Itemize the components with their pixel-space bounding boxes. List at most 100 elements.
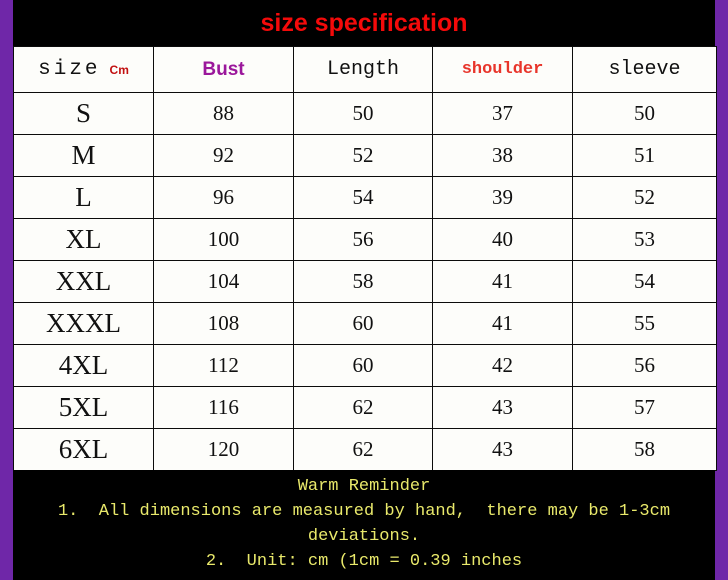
table-row: 6XL 120 62 43 58 xyxy=(13,428,717,471)
cell-size: 5XL xyxy=(13,386,154,429)
cell-sleeve: 50 xyxy=(572,92,717,135)
cell-shoulder: 41 xyxy=(432,302,573,345)
bust-value: 92 xyxy=(213,142,234,167)
shoulder-value: 41 xyxy=(492,310,513,335)
size-label: 4XL xyxy=(58,350,109,380)
sleeve-value: 51 xyxy=(634,142,655,167)
cell-size: S xyxy=(13,92,154,135)
length-value: 54 xyxy=(352,184,374,209)
sleeve-value: 53 xyxy=(634,226,655,251)
length-value: 62 xyxy=(352,436,374,461)
header-cell-sleeve: sleeve xyxy=(572,46,717,93)
header-label-size: size xyxy=(38,58,101,81)
sleeve-value: 55 xyxy=(634,310,655,335)
size-label: S xyxy=(75,98,92,128)
header-cell-size: size Cm xyxy=(13,46,154,93)
length-value: 56 xyxy=(352,226,374,251)
size-chart-page: size specification size Cm Bust Length s… xyxy=(0,0,728,580)
cell-length: 54 xyxy=(293,176,433,219)
cell-sleeve: 55 xyxy=(572,302,717,345)
length-value: 58 xyxy=(352,268,374,293)
shoulder-value: 37 xyxy=(492,100,513,125)
table-row: XL 100 56 40 53 xyxy=(13,218,717,261)
left-accent-bar xyxy=(0,0,13,580)
page-title: size specification xyxy=(260,8,468,37)
shoulder-value: 41 xyxy=(492,268,513,293)
header-cell-shoulder: shoulder xyxy=(432,46,573,93)
cell-sleeve: 57 xyxy=(572,386,717,429)
cell-length: 50 xyxy=(293,92,433,135)
cell-bust: 120 xyxy=(153,428,294,471)
cell-size: 4XL xyxy=(13,344,154,387)
shoulder-value: 42 xyxy=(492,352,513,377)
header-label-bust: Bust xyxy=(202,58,245,80)
cell-size: M xyxy=(13,134,154,177)
cell-size: XXL xyxy=(13,260,154,303)
cell-bust: 116 xyxy=(153,386,294,429)
size-label: L xyxy=(75,182,92,212)
table-row: S 88 50 37 50 xyxy=(13,92,717,135)
bust-value: 120 xyxy=(207,436,240,461)
size-label: XXL xyxy=(55,266,112,296)
cell-length: 60 xyxy=(293,302,433,345)
table-row: XXXL 108 60 41 55 xyxy=(13,302,717,345)
bust-value: 108 xyxy=(207,310,240,335)
table-row: 4XL 112 60 42 56 xyxy=(13,344,717,387)
cell-bust: 108 xyxy=(153,302,294,345)
cell-sleeve: 54 xyxy=(572,260,717,303)
cell-length: 58 xyxy=(293,260,433,303)
cell-size: XXXL xyxy=(13,302,154,345)
table-row: 5XL 116 62 43 57 xyxy=(13,386,717,429)
cell-bust: 88 xyxy=(153,92,294,135)
cell-sleeve: 53 xyxy=(572,218,717,261)
sleeve-value: 58 xyxy=(634,436,655,461)
sleeve-value: 54 xyxy=(634,268,655,293)
header-label-shoulder: shoulder xyxy=(461,60,544,79)
cell-sleeve: 56 xyxy=(572,344,717,387)
warm-reminder-footer: Warm Reminder 1. All dimensions are meas… xyxy=(13,470,715,580)
sleeve-value: 56 xyxy=(634,352,655,377)
length-value: 52 xyxy=(352,142,374,167)
bust-value: 96 xyxy=(213,184,234,209)
cell-length: 56 xyxy=(293,218,433,261)
cell-shoulder: 38 xyxy=(432,134,573,177)
shoulder-value: 38 xyxy=(492,142,513,167)
cell-bust: 96 xyxy=(153,176,294,219)
bust-value: 104 xyxy=(207,268,240,293)
cell-sleeve: 58 xyxy=(572,428,717,471)
header-unit-cm: Cm xyxy=(109,63,129,77)
length-value: 50 xyxy=(352,100,374,125)
cell-length: 52 xyxy=(293,134,433,177)
cell-size: 6XL xyxy=(13,428,154,471)
cell-bust: 100 xyxy=(153,218,294,261)
cell-shoulder: 39 xyxy=(432,176,573,219)
cell-shoulder: 43 xyxy=(432,386,573,429)
size-label: 5XL xyxy=(58,392,109,422)
size-label: XXXL xyxy=(46,308,121,338)
length-value: 60 xyxy=(352,310,374,335)
title-bar: size specification xyxy=(13,0,715,46)
cell-bust: 104 xyxy=(153,260,294,303)
cell-shoulder: 43 xyxy=(432,428,573,471)
bust-value: 116 xyxy=(208,394,239,419)
shoulder-value: 40 xyxy=(492,226,513,251)
header-cell-bust: Bust xyxy=(153,46,294,93)
table-header-row: size Cm Bust Length shoulder sleeve xyxy=(13,46,717,93)
cell-size: L xyxy=(13,176,154,219)
bust-value: 100 xyxy=(207,226,240,251)
cell-sleeve: 52 xyxy=(572,176,717,219)
table-row: L 96 54 39 52 xyxy=(13,176,717,219)
cell-sleeve: 51 xyxy=(572,134,717,177)
size-label: M xyxy=(71,140,96,170)
shoulder-value: 43 xyxy=(492,436,513,461)
footer-heading: Warm Reminder xyxy=(297,477,431,496)
sleeve-value: 57 xyxy=(634,394,655,419)
shoulder-value: 39 xyxy=(492,184,513,209)
footer-line-3: 2. Unit: cm (1cm = 0.39 inches xyxy=(205,552,523,571)
footer-line-2: deviations. xyxy=(307,527,421,546)
table-row: XXL 104 58 41 54 xyxy=(13,260,717,303)
sleeve-value: 50 xyxy=(634,100,655,125)
sleeve-value: 52 xyxy=(634,184,655,209)
cell-size: XL xyxy=(13,218,154,261)
cell-shoulder: 42 xyxy=(432,344,573,387)
